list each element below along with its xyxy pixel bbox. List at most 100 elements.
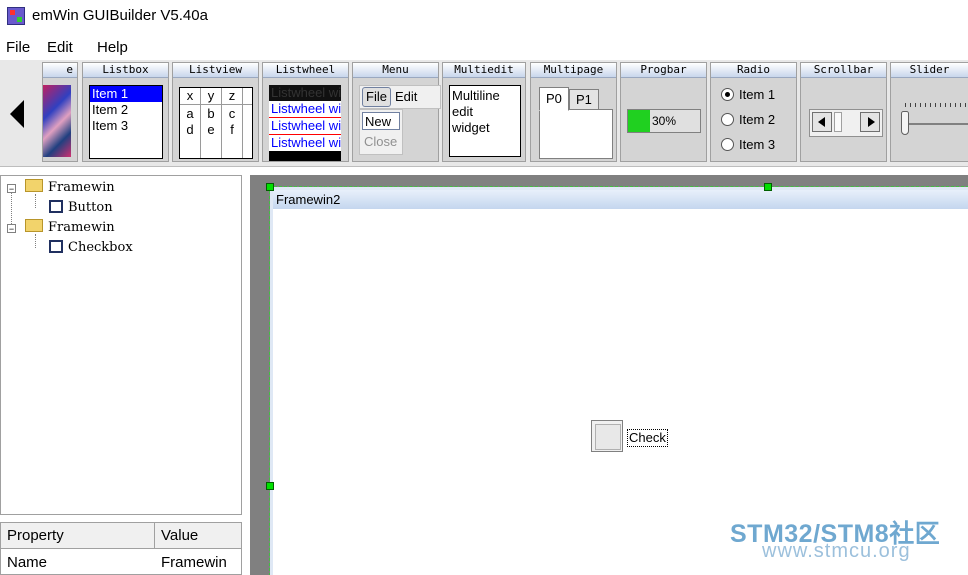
multiedit-line: edit <box>452 104 473 119</box>
radio-off-icon <box>721 138 734 151</box>
tool-listwheel[interactable]: Listwheel Listwheel wi Listwheel wi List… <box>262 62 349 162</box>
listview-cell: e <box>207 122 215 137</box>
multipage-tab-0: P0 <box>539 87 569 111</box>
tree-node-framewin[interactable]: Framewin <box>25 179 115 197</box>
listview-preview: x y z a b c d e f <box>179 87 253 159</box>
scroll-right-button <box>860 112 880 132</box>
listbox-item: Item 2 <box>92 102 129 117</box>
radio-item: Item 2 <box>721 110 775 130</box>
radio-item: Item 1 <box>721 85 775 105</box>
triangle-left-icon <box>818 117 825 127</box>
framewin2-title: Framewin2 <box>273 190 968 209</box>
listwheel-item: Listwheel wi <box>269 135 341 151</box>
menu-preview-edit: Edit <box>395 89 418 104</box>
widget-palette: e Listbox Item 1 Item 2 Item 3 Listview … <box>0 60 968 167</box>
tree-node-framewin[interactable]: Framewin <box>25 219 115 237</box>
menu-preview-new: New <box>362 112 400 130</box>
property-value-cell[interactable]: Framewin <box>155 551 241 575</box>
menu-preview-bar: File Edit <box>359 85 441 109</box>
tool-menu[interactable]: Menu File Edit New Close <box>352 62 441 162</box>
multiedit-line: Multiline <box>452 88 500 103</box>
tool-slider-label: Slider <box>891 63 968 78</box>
folder-icon <box>25 179 43 192</box>
tool-radio-label: Radio <box>711 63 796 78</box>
listbox-item: Item 3 <box>92 118 129 133</box>
tool-multiedit-label: Multiedit <box>443 63 525 78</box>
title-bar: emWin GUIBuilder V5.40a <box>0 0 968 32</box>
tool-listbox-label: Listbox <box>83 63 168 78</box>
listview-cell: b <box>207 106 215 121</box>
widget-tree: − Framewin Button − Framewin Checkbox <box>0 175 242 515</box>
listview-header-cell: x <box>186 88 194 103</box>
menu-bar: File Edit Help <box>0 36 968 60</box>
menu-preview-popup: New Close <box>359 109 403 155</box>
radio-item-label: Item 2 <box>739 112 776 127</box>
scroll-left-arrow-icon[interactable] <box>10 100 24 128</box>
menu-preview-close: Close <box>364 134 398 149</box>
listwheel-preview: Listwheel wi Listwheel wi Listwheel wi L… <box>269 85 341 161</box>
menu-file[interactable]: File <box>6 39 30 56</box>
tree-node-label: Framewin <box>48 180 115 195</box>
listview-header-cell: y <box>207 88 215 103</box>
tool-scrollbar[interactable]: Scrollbar <box>800 62 887 162</box>
multiedit-line: widget <box>452 120 490 135</box>
progbar-text: 30% <box>651 114 677 128</box>
multipage-preview-body <box>539 109 613 159</box>
listview-header-cell: z <box>228 88 236 103</box>
tree-node-checkbox[interactable]: Checkbox <box>49 239 133 257</box>
tree-node-label: Framewin <box>48 220 115 235</box>
tool-image[interactable]: e <box>42 62 78 162</box>
resize-handle[interactable] <box>764 183 772 191</box>
tool-multipage[interactable]: Multipage P0 P1 <box>530 62 617 162</box>
tool-progbar[interactable]: Progbar 30% <box>620 62 707 162</box>
multipage-tab-1: P1 <box>569 89 599 110</box>
menu-help[interactable]: Help <box>97 39 128 56</box>
tree-node-label: Button <box>68 200 113 215</box>
tool-scrollbar-label: Scrollbar <box>801 63 886 78</box>
tool-menu-label: Menu <box>353 63 438 78</box>
tool-slider[interactable]: Slider <box>890 62 968 162</box>
scroll-left-button <box>812 112 832 132</box>
image-preview-icon <box>43 85 71 157</box>
radio-item-label: Item 3 <box>739 137 776 152</box>
multiedit-preview: Multiline edit widget <box>449 85 521 157</box>
tool-listview-label: Listview <box>173 63 258 78</box>
progbar-preview: 30% <box>627 109 701 133</box>
listview-cell: c <box>228 106 236 121</box>
widget-icon <box>49 200 63 213</box>
tree-collapse-icon[interactable]: − <box>7 224 16 234</box>
tool-listview[interactable]: Listview x y z a b c d e f <box>172 62 259 162</box>
radio-off-icon <box>721 113 734 126</box>
listwheel-item: Listwheel wi <box>269 101 341 117</box>
menu-preview-file: File <box>362 87 391 107</box>
property-column-header[interactable]: Property <box>1 523 155 549</box>
app-icon <box>7 7 25 25</box>
checkbox-widget[interactable] <box>591 420 623 452</box>
radio-on-icon <box>721 88 734 101</box>
folder-open-icon <box>25 219 43 232</box>
value-column-header[interactable]: Value <box>155 523 241 549</box>
menu-edit[interactable]: Edit <box>47 39 73 56</box>
slider-track <box>901 123 968 125</box>
tree-collapse-icon[interactable]: − <box>7 184 16 194</box>
slider-thumb <box>901 111 909 135</box>
listwheel-item-faded: Listwheel wi <box>269 85 341 101</box>
resize-handle[interactable] <box>266 482 274 490</box>
resize-handle[interactable] <box>266 183 274 191</box>
radio-item-label: Item 1 <box>739 87 776 102</box>
tree-node-button[interactable]: Button <box>49 199 113 217</box>
watermark-url: www.stmcu.org <box>762 540 911 562</box>
window-title: emWin GUIBuilder V5.40a <box>32 7 208 24</box>
tool-listbox[interactable]: Listbox Item 1 Item 2 Item 3 <box>82 62 169 162</box>
radio-item: Item 3 <box>721 135 775 155</box>
scrollbar-thumb <box>834 112 842 132</box>
property-name-cell: Name <box>7 554 48 571</box>
tool-radio[interactable]: Radio Item 1 Item 2 Item 3 <box>710 62 797 162</box>
tree-node-label: Checkbox <box>68 240 133 255</box>
tool-image-label: e <box>43 63 77 78</box>
listview-grid-line <box>242 88 243 158</box>
widget-icon <box>49 240 63 253</box>
listwheel-item-selected: Listwheel wi <box>269 117 341 135</box>
tool-multiedit[interactable]: Multiedit Multiline edit widget <box>442 62 526 162</box>
scrollbar-preview <box>809 109 883 137</box>
